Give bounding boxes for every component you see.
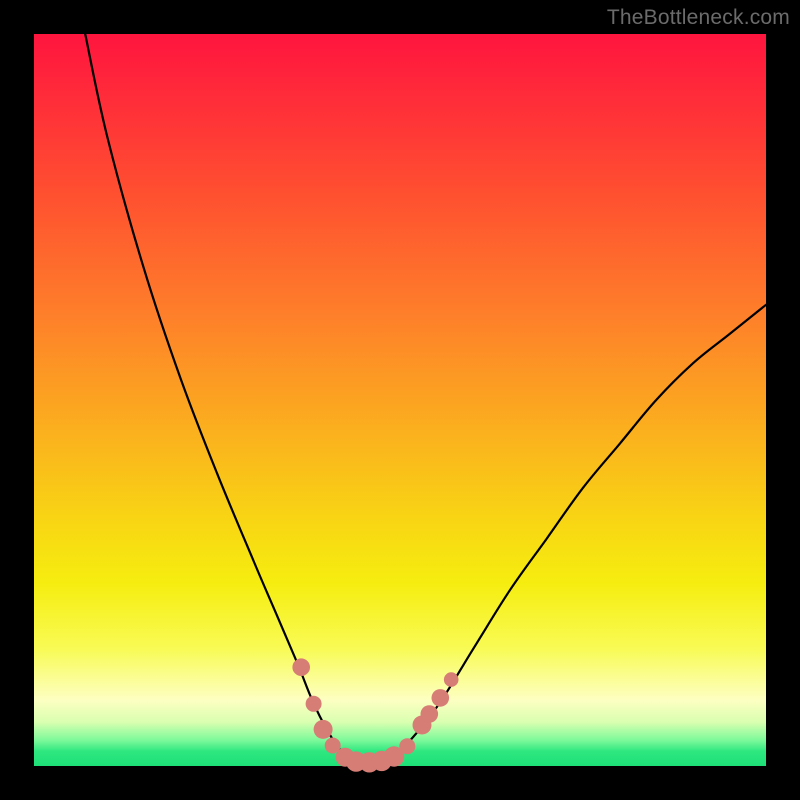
curve-marker xyxy=(432,689,450,707)
curve-marker xyxy=(292,658,310,676)
bottleneck-curve-path xyxy=(85,34,766,762)
curve-marker xyxy=(306,696,322,712)
curve-markers xyxy=(292,658,458,772)
curve-marker xyxy=(444,672,459,687)
curve-marker xyxy=(314,720,333,739)
chart-frame: TheBottleneck.com xyxy=(0,0,800,800)
plot-area xyxy=(34,34,766,766)
bottleneck-curve-svg xyxy=(34,34,766,766)
watermark-text: TheBottleneck.com xyxy=(607,6,790,30)
curve-marker xyxy=(421,705,439,723)
curve-marker xyxy=(399,738,415,754)
